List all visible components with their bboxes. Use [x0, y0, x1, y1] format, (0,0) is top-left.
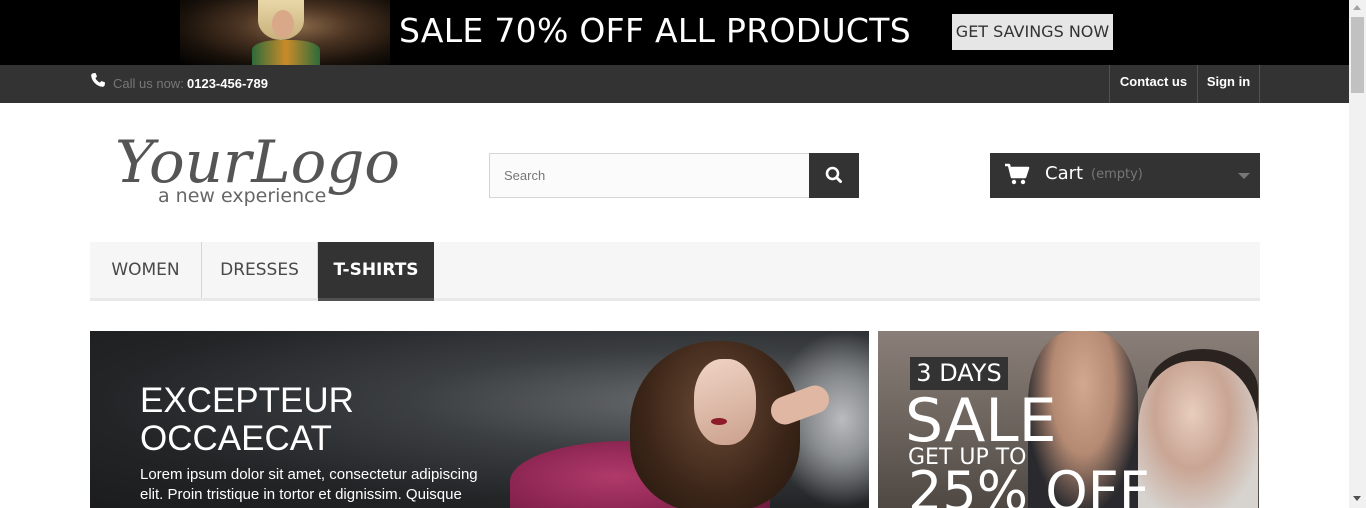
cart-label: Cart	[1045, 163, 1084, 184]
menu-item-tshirts[interactable]: T-SHIRTS	[318, 242, 434, 301]
promo-headline: SALE 70% OFF ALL PRODUCTS	[399, 11, 911, 50]
sign-in-link[interactable]: Sign in	[1197, 65, 1260, 103]
search-button[interactable]	[809, 153, 859, 198]
menu-item-dresses[interactable]: DRESSES	[202, 242, 318, 298]
cart-dropdown[interactable]: Cart (empty)	[990, 153, 1260, 198]
scrollbar-thumb[interactable]	[1351, 17, 1364, 93]
chevron-down-icon	[1238, 173, 1250, 179]
search-input[interactable]	[489, 153, 810, 198]
call-us-label: Call us now:	[113, 76, 184, 91]
discount-percent: 25% OFF	[908, 460, 1150, 508]
promo-model-face	[272, 10, 294, 38]
search-icon	[825, 166, 842, 183]
slide-description: Lorem ipsum dolor sit amet, consectetur …	[140, 466, 478, 503]
site-logo[interactable]: YourLogo a new experience	[110, 120, 410, 210]
scroll-up-arrow-icon[interactable]	[1353, 5, 1361, 10]
main-menu: WOMEN DRESSES T-SHIRTS	[90, 242, 1260, 301]
menu-item-women[interactable]: WOMEN	[90, 242, 202, 298]
get-savings-button[interactable]: GET SAVINGS NOW	[952, 14, 1113, 50]
shopping-cart-icon	[1005, 163, 1030, 185]
slider-model-lips	[711, 418, 727, 425]
promo-model-top	[252, 40, 320, 65]
scroll-down-arrow-icon[interactable]	[1353, 496, 1361, 501]
phone-icon	[91, 73, 105, 87]
svg-text:a new experience: a new experience	[158, 185, 326, 207]
banner-woman-image	[1138, 361, 1258, 508]
contact-us-link[interactable]: Contact us	[1109, 65, 1197, 103]
cart-status: (empty)	[1091, 167, 1143, 182]
slide-title: EXCEPTEUR OCCAECAT	[140, 381, 354, 458]
page-scrollbar[interactable]	[1349, 0, 1366, 508]
phone-number: 0123-456-789	[187, 76, 268, 91]
slider-model-face	[694, 359, 756, 445]
